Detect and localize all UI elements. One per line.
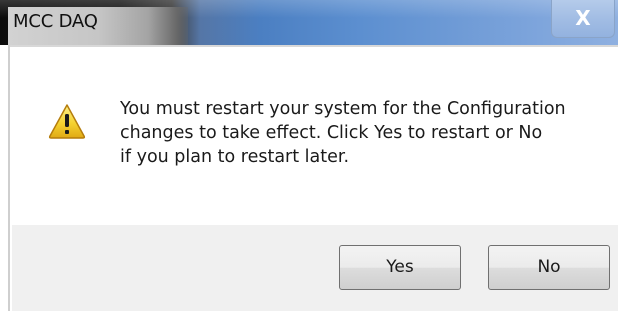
window-title: MCC DAQ [13, 11, 98, 32]
message-line: if you plan to restart later. [120, 147, 350, 167]
message-dialog: MCC DAQ X You must restart your system f… [0, 0, 618, 311]
message-text: You must restart your system for the Con… [120, 97, 590, 169]
close-icon: X [575, 6, 591, 30]
message-line: changes to take effect. Click Yes to res… [120, 123, 543, 143]
yes-button[interactable]: Yes [339, 245, 461, 290]
message-line: You must restart your system for the Con… [120, 99, 566, 119]
window-left-border [0, 45, 10, 311]
warning-icon [48, 103, 86, 139]
title-bar[interactable]: MCC DAQ X [0, 0, 618, 45]
no-button[interactable]: No [488, 245, 610, 290]
close-button[interactable]: X [551, 0, 615, 38]
